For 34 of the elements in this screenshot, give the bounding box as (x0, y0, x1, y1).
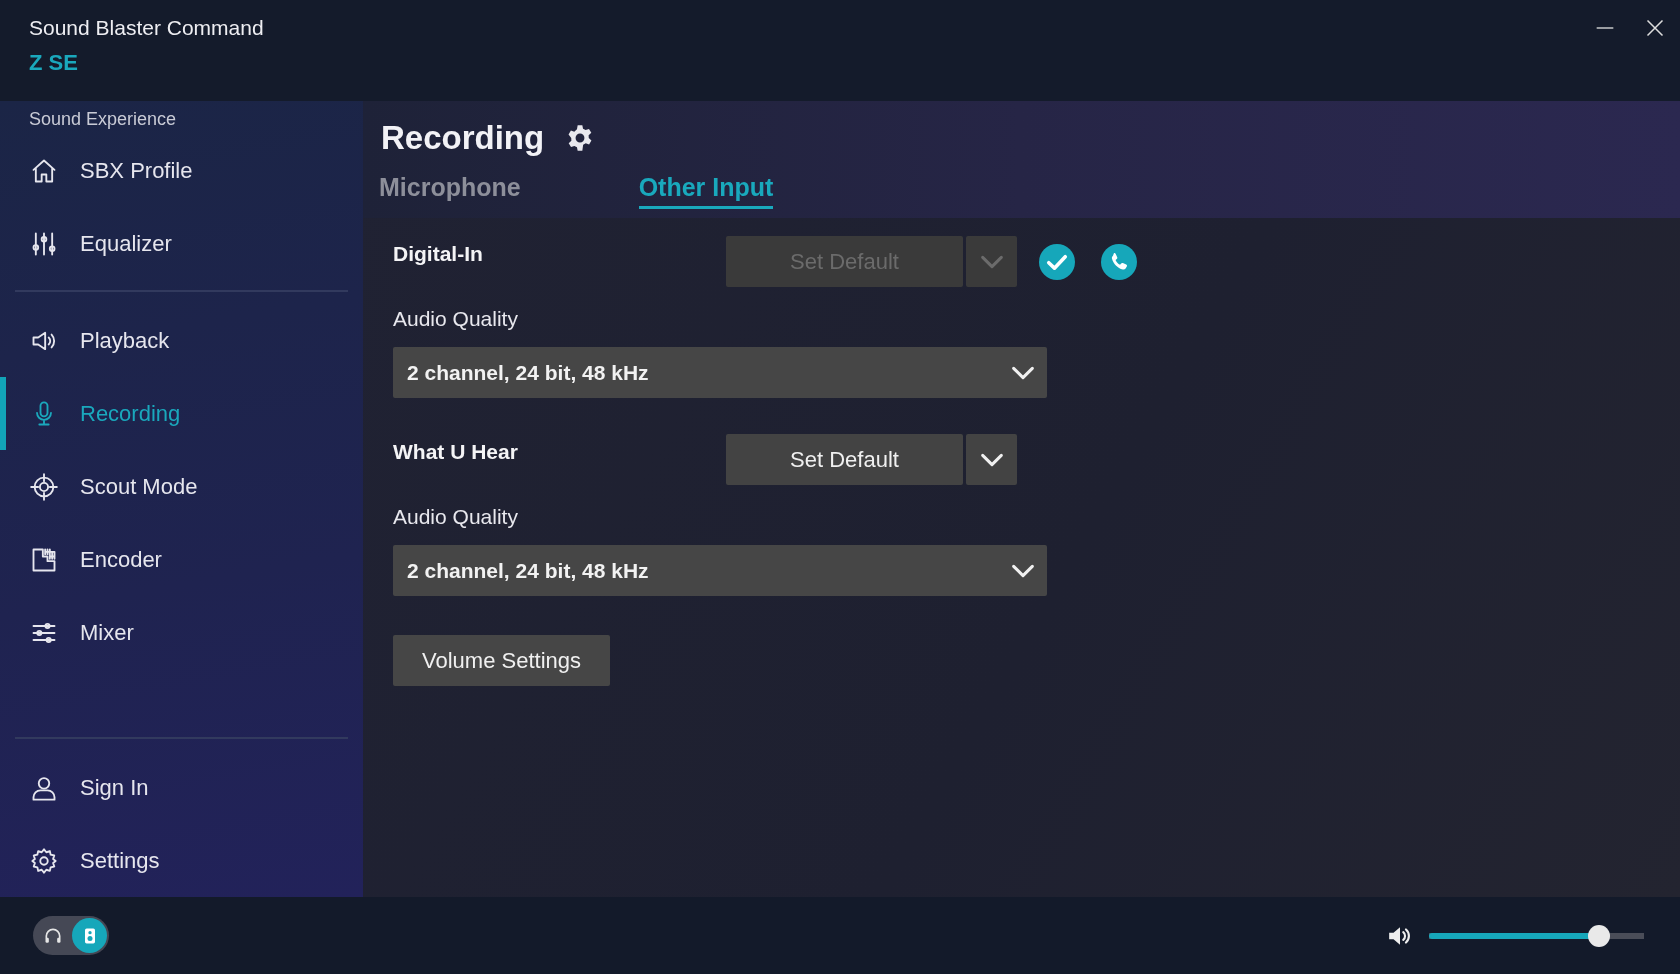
sidebar-item[interactable]: Recording (0, 377, 363, 450)
sidebar-item[interactable]: Scout Mode (0, 450, 363, 523)
device-label: Digital-In (393, 241, 484, 266)
sidebar-item[interactable]: Settings (0, 824, 363, 897)
field-label: Audio Quality (393, 307, 519, 331)
dropdown-button[interactable] (966, 434, 1017, 485)
chevron-down-icon (979, 254, 1004, 269)
output-option[interactable] (72, 918, 107, 953)
audio-quality-dropdown[interactable]: 2 channel, 24 bit, 48 kHz (393, 545, 1047, 596)
device-label: What U Hear (393, 439, 519, 464)
window-title: Sound Blaster Command (29, 16, 264, 40)
sidebar-item[interactable]: Equalizer (0, 207, 363, 280)
sidebar-item[interactable]: Sign In (0, 751, 363, 824)
crosshair-icon (30, 472, 58, 501)
chevron-down-icon (1011, 365, 1035, 380)
close-icon (1645, 18, 1665, 38)
volume-settings-button[interactable]: Volume Settings (393, 635, 610, 686)
sidebar-item[interactable]: SBX Profile (0, 134, 363, 207)
tab[interactable]: Other Input (638, 169, 774, 209)
slider-thumb[interactable] (1587, 924, 1610, 947)
sidebar-item[interactable]: Playback (0, 304, 363, 377)
sidebar-item[interactable]: Mixer (0, 596, 363, 669)
minimize-icon (1595, 26, 1615, 30)
section-label: Sound Experience (28, 109, 178, 130)
chevron-down-icon (1011, 563, 1035, 578)
chevron-down-icon (979, 452, 1004, 467)
page-title: Recording (381, 119, 545, 157)
output-toggle[interactable] (33, 916, 109, 955)
sidebar-item[interactable]: Encoder (0, 523, 363, 596)
device-name: Z SE (29, 50, 79, 76)
set-default-button[interactable]: Set Default (726, 434, 963, 485)
field-label: Audio Quality (393, 505, 519, 529)
tab[interactable]: Microphone (379, 169, 521, 209)
settings-icon (30, 846, 58, 875)
